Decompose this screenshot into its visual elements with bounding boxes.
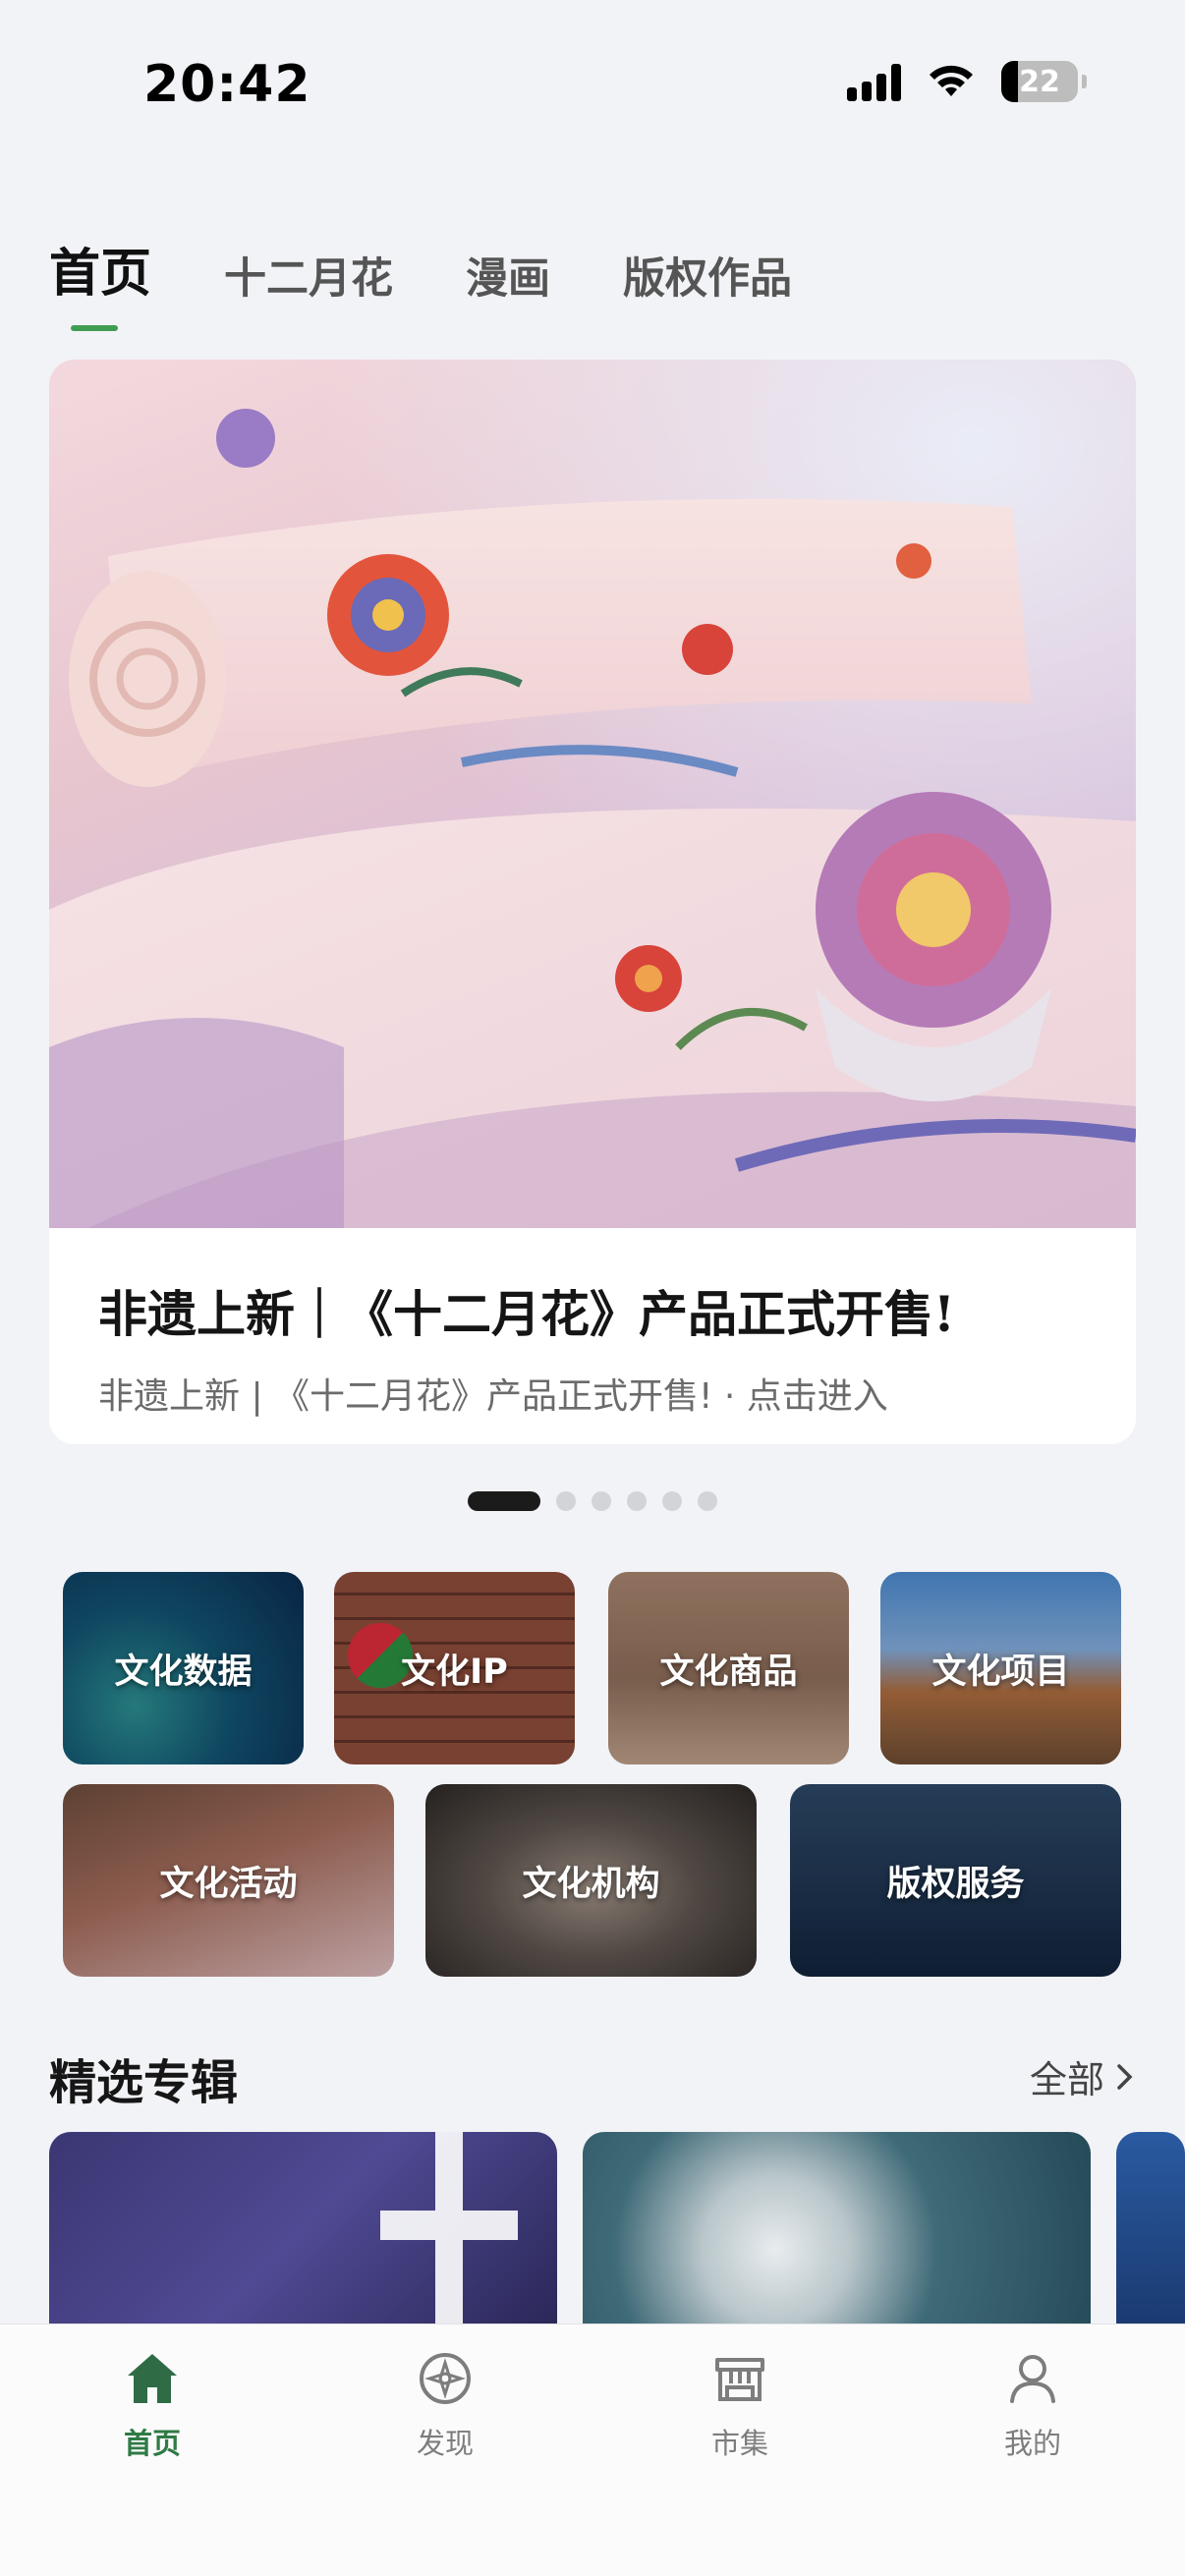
tab-twelve-month-flowers[interactable]: 十二月花 [224,245,393,306]
nav-market[interactable]: 市集 [642,2350,838,2462]
tab-home[interactable]: 首页 [49,232,151,331]
category-culture-institution[interactable]: 文化机构 [425,1784,757,1977]
banner-title: 非遗上新｜《十二月花》产品正式开售! [98,1285,955,1343]
category-culture-activity[interactable]: 文化活动 [63,1784,394,1977]
category-label: 文化商品 [659,1652,798,1692]
user-icon [1010,2355,1055,2403]
category-culture-goods[interactable]: 文化商品 [608,1572,849,1764]
banner-image [49,360,1136,1228]
carousel-dot[interactable] [592,1491,611,1511]
view-all-label: 全部 [1029,2058,1104,2101]
battery-level: 22 [1019,64,1060,99]
bottom-nav: 首页 发现 市集 我的 [0,2324,1185,2576]
album-card[interactable] [583,2132,1091,2328]
compass-icon [420,2353,471,2404]
tab-comics[interactable]: 漫画 [466,245,550,306]
view-all-link[interactable]: 全部 [1030,2049,1134,2103]
nav-discover[interactable]: 发现 [347,2350,543,2462]
album-card[interactable] [49,2132,557,2328]
nav-label: 市集 [710,2427,768,2460]
nav-home[interactable]: 首页 [54,2350,251,2462]
home-icon [128,2354,177,2403]
carousel-dot[interactable] [468,1491,540,1511]
market-icon [715,2358,764,2401]
category-label: 文化项目 [931,1652,1070,1692]
category-culture-data[interactable]: 文化数据 [63,1572,304,1764]
carousel-dot[interactable] [627,1491,647,1511]
carousel-dot[interactable] [556,1491,576,1511]
banner-subtitle: 非遗上新 | 《十二月花》产品正式开售! · 点击进入 [98,1376,888,1417]
banner-caption: 非遗上新｜《十二月花》产品正式开售! 非遗上新 | 《十二月花》产品正式开售! … [49,1228,1136,1444]
tab-copyright-works[interactable]: 版权作品 [623,245,792,306]
wifi-icon [927,63,976,100]
status-icons: 22 [847,61,1087,102]
status-time: 20:42 [143,55,311,114]
category-culture-project[interactable]: 文化项目 [880,1572,1121,1764]
banner-card[interactable]: 非遗上新｜《十二月花》产品正式开售! 非遗上新 | 《十二月花》产品正式开售! … [49,360,1136,1444]
battery-cap [1082,75,1087,88]
status-bar: 20:42 22 [0,0,1185,147]
carousel-dot[interactable] [698,1491,717,1511]
nav-label: 我的 [1003,2427,1061,2460]
category-culture-ip[interactable]: 文化IP [334,1572,575,1764]
category-label: 文化数据 [114,1652,253,1692]
cellular-signal-icon [847,62,901,101]
section-title: 精选专辑 [49,2055,239,2110]
category-label: 文化IP [401,1652,508,1692]
album-card[interactable] [1116,2132,1185,2328]
carousel-dot[interactable] [662,1491,682,1511]
nav-profile[interactable]: 我的 [934,2350,1131,2462]
category-label: 版权服务 [886,1864,1025,1904]
nav-label: 发现 [416,2427,474,2460]
chevron-right-icon [1117,2063,1133,2090]
battery-icon: 22 [1001,61,1078,102]
category-label: 文化机构 [522,1864,660,1904]
category-copyright-service[interactable]: 版权服务 [790,1784,1121,1977]
category-label: 文化活动 [159,1864,298,1904]
top-tabs: 首页 十二月花 漫画 版权作品 [49,232,865,331]
carousel-indicator [468,1491,717,1511]
nav-label: 首页 [123,2427,181,2460]
